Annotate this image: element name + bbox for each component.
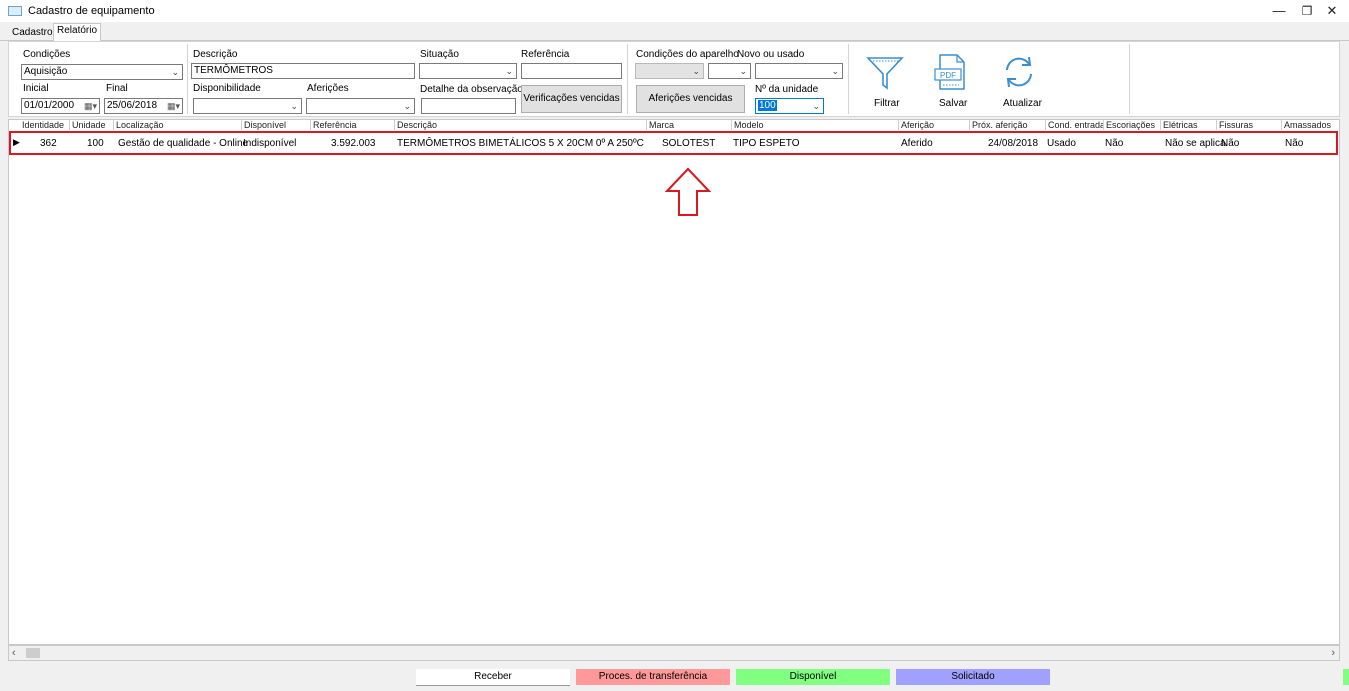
column-header-marca[interactable]: Marca [648,120,732,130]
chevron-down-icon: ⌄ [739,66,747,76]
scroll-right-icon[interactable]: › [1331,647,1335,659]
column-header-unidade[interactable]: Unidade [71,120,114,130]
legend-proces-transferencia: Proces. de transferência [576,669,730,685]
referencia-input[interactable] [521,63,622,79]
verificacoes-vencidas-button[interactable]: Verificações vencidas [521,85,622,113]
afericoes-vencidas-button[interactable]: Aferições vencidas [636,85,745,113]
column-header-descricao[interactable]: Descrição [396,120,647,130]
column-header-disponivel[interactable]: Disponível [243,120,311,130]
situacao-label: Situação [420,49,459,60]
pdf-icon[interactable]: PDF [931,52,971,96]
atualizar-label[interactable]: Atualizar [1003,98,1042,109]
detalhe-observacao-input[interactable] [421,98,516,114]
tab-relatorio[interactable]: Relatório [53,23,102,41]
column-header-amassados[interactable]: Amassados [1283,120,1339,130]
condicoes-aparelho-select[interactable]: ⌄ [635,63,704,79]
novo-usado-label: Novo ou usado [737,49,805,60]
column-header-identidade[interactable]: Identidade [21,120,70,130]
chevron-down-icon: ⌄ [692,66,700,76]
numero-unidade-select[interactable]: 100 ⌄ [755,98,824,114]
chevron-down-icon: ⌄ [290,101,298,111]
detalhe-observacao-label: Detalhe da observação [420,84,523,95]
final-label: Final [106,83,128,94]
legend-solicitado: Solicitado [896,669,1050,685]
column-header-fissuras[interactable]: Fissuras [1218,120,1282,130]
scroll-left-icon[interactable]: ‹ [12,647,16,659]
chevron-down-icon: ⌄ [505,66,513,76]
separator [848,44,849,114]
title-bar: Cadastro de equipamento — ❐ ✕ [0,0,1349,22]
condicoes-select[interactable]: Aquisição ⌄ [21,64,183,80]
tab-cadastro[interactable]: Cadastro [9,26,56,40]
scroll-thumb[interactable] [26,648,40,658]
numero-unidade-value: 100 [758,100,777,111]
up-arrow-annotation-icon [665,167,711,216]
legend-receber: Receber [416,669,570,686]
column-header-prox-afericao[interactable]: Próx. aferição [971,120,1046,130]
numero-unidade-label: Nº da unidade [755,84,819,95]
disponibilidade-select[interactable]: ⌄ [193,98,302,114]
app-icon [8,6,22,16]
column-header-referencia[interactable]: Referência [312,120,395,130]
condicoes-aparelho-label: Condições do aparelho [636,49,739,60]
inicial-date-picker[interactable]: 01/01/2000 ▦▾ [21,98,100,114]
afericoes-label: Aferições [307,83,349,94]
chevron-down-icon: ⌄ [171,67,179,77]
pdf-icon-text: PDF [940,71,956,80]
separator [187,44,188,114]
chevron-down-icon: ⌄ [812,101,820,111]
situacao-select[interactable]: ⌄ [419,63,517,79]
chevron-down-icon: ⌄ [831,66,839,76]
column-header-localizacao[interactable]: Localização [115,120,242,130]
separator [1129,44,1130,114]
descricao-value: TERMÔMETROS [194,65,273,76]
final-date-value: 25/06/2018 [107,100,158,111]
condicoes-aparelho-secondary-select[interactable]: ⌄ [708,63,751,79]
filtrar-label[interactable]: Filtrar [874,98,900,109]
column-header-afericao[interactable]: Aferição [900,120,970,130]
close-button[interactable]: ✕ [1315,0,1349,22]
calendar-icon[interactable]: ▦▾ [167,99,180,113]
data-grid[interactable]: Identidade Unidade Localização Disponíve… [8,119,1340,645]
filter-panel: Condições Aquisição ⌄ Inicial Final 01/0… [8,41,1340,117]
condicoes-label: Condições [23,49,71,60]
final-date-picker[interactable]: 25/06/2018 ▦▾ [104,98,183,114]
refresh-icon[interactable] [999,52,1039,96]
disponibilidade-label: Disponibilidade [193,83,261,94]
condicoes-value: Aquisição [24,66,68,77]
separator [627,44,628,114]
descricao-label: Descrição [193,49,238,60]
horizontal-scrollbar[interactable]: ‹ › [8,645,1340,661]
highlight-box [9,131,1338,155]
filter-icon[interactable] [865,52,905,96]
legend-disponivel: Disponível [736,669,890,685]
column-header-eletricas[interactable]: Elétricas [1162,120,1217,130]
inicial-date-value: 01/01/2000 [24,100,75,111]
window-title: Cadastro de equipamento [28,5,155,17]
descricao-input[interactable]: TERMÔMETROS [191,63,415,79]
inicial-label: Inicial [23,83,49,94]
afericoes-select[interactable]: ⌄ [306,98,415,114]
tab-strip: Cadastro Relatório [0,22,1349,41]
column-header-modelo[interactable]: Modelo [733,120,899,130]
column-header-escoriacoes[interactable]: Escoriações [1105,120,1161,130]
salvar-label[interactable]: Salvar [939,98,967,109]
chevron-down-icon: ⌄ [403,101,411,111]
novo-usado-select[interactable]: ⌄ [755,63,843,79]
status-indicator [1343,669,1349,685]
calendar-icon[interactable]: ▦▾ [84,99,97,113]
referencia-label: Referência [521,49,570,60]
column-header-cond-entrada[interactable]: Cond. entrada [1047,120,1104,130]
